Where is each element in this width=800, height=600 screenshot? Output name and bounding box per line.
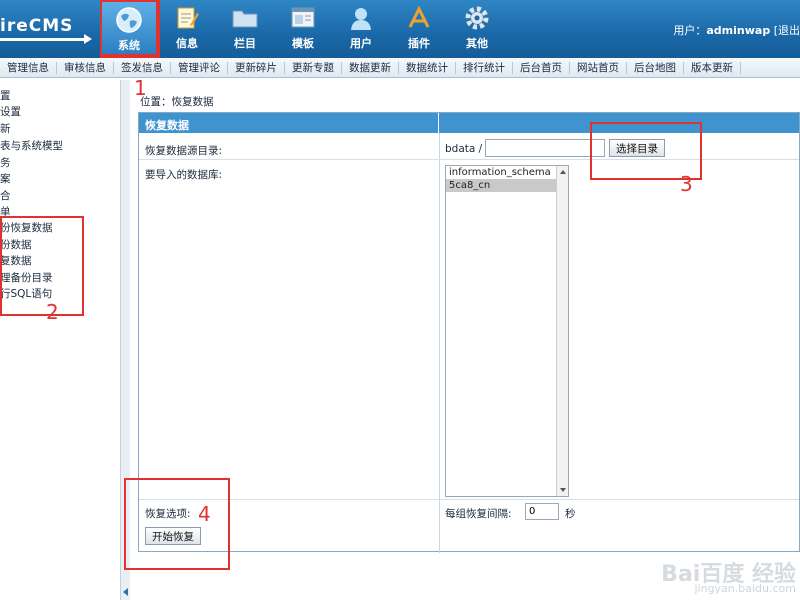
- folder-icon: [230, 3, 260, 33]
- interval-input[interactable]: [525, 503, 559, 520]
- submenu-item[interactable]: 管理信息: [0, 61, 57, 74]
- annotation-number: 4: [198, 502, 211, 526]
- watermark: Bai百度 经验 jingyan.baidu.com: [661, 562, 796, 596]
- sidebar-item[interactable]: 务: [0, 155, 11, 170]
- sidebar-item[interactable]: 表与系统模型: [0, 138, 63, 153]
- submenu-item[interactable]: 版本更新: [684, 61, 741, 74]
- nav-label: 用户: [350, 37, 372, 50]
- template-icon: [288, 3, 318, 33]
- dir-input[interactable]: [485, 139, 605, 157]
- submenu-item[interactable]: 审核信息: [57, 61, 114, 74]
- annotation-number: 1: [134, 76, 147, 100]
- submenu-item[interactable]: 签发信息: [114, 61, 171, 74]
- nav-label: 栏目: [234, 37, 256, 50]
- main-nav: 系统 信息 栏目 模板 用户 插件 其他: [100, 0, 506, 56]
- submenu-item[interactable]: 更新专题: [285, 61, 342, 74]
- sidebar-item[interactable]: 设置: [0, 104, 21, 119]
- db-option-selected[interactable]: 5ca8_cn: [446, 179, 568, 192]
- user-info: 用户：adminwap [退出: [673, 22, 800, 38]
- username: adminwap: [706, 24, 771, 37]
- annotation-box-2: [0, 216, 84, 316]
- dir-prefix: bdata /: [445, 143, 483, 155]
- submenu-item[interactable]: 网站首页: [570, 61, 627, 74]
- interval-unit: 秒: [565, 508, 576, 520]
- annotation-box-1: [100, 0, 160, 58]
- nav-plugin[interactable]: 插件: [390, 0, 448, 56]
- nav-column[interactable]: 栏目: [216, 0, 274, 56]
- database-listbox[interactable]: information_schema 5ca8_cn: [445, 165, 569, 497]
- submenu-item[interactable]: 数据统计: [399, 61, 456, 74]
- nav-label: 模板: [292, 37, 314, 50]
- notepad-icon: [172, 3, 202, 33]
- nav-other[interactable]: 其他: [448, 0, 506, 56]
- logo: ireCMS: [0, 16, 74, 36]
- interval-label: 每组恢复间隔:: [445, 508, 512, 520]
- nav-label: 信息: [176, 37, 198, 50]
- annotation-number: 2: [46, 300, 59, 324]
- row-divider: [139, 499, 799, 500]
- scroll-down-icon: [560, 488, 566, 492]
- sidebar-item[interactable]: 新: [0, 121, 11, 136]
- annotation-number: 3: [680, 172, 693, 196]
- logout-link[interactable]: [退出: [774, 24, 800, 37]
- panel-title: 恢复数据: [139, 113, 439, 133]
- sidebar-item[interactable]: 案: [0, 171, 11, 186]
- nav-user[interactable]: 用户: [332, 0, 390, 56]
- nav-info[interactable]: 信息: [158, 0, 216, 56]
- listbox-scrollbar[interactable]: [556, 166, 568, 496]
- nav-label: 插件: [408, 37, 430, 50]
- left-sidebar: 置 设置 新 表与系统模型 务 案 合 单 份恢复数据 份数据 复数据 理备份目…: [0, 80, 120, 600]
- gear-icon: [462, 3, 492, 33]
- sidebar-item[interactable]: 置: [0, 88, 11, 103]
- db-label: 要导入的数据库:: [145, 169, 223, 181]
- submenu-bar: 管理信息 审核信息 签发信息 管理评论 更新碎片 更新专题 数据更新 数据统计 …: [0, 58, 800, 78]
- submenu-item[interactable]: 后台地图: [627, 61, 684, 74]
- breadcrumb: 位置：恢复数据: [140, 96, 214, 108]
- dir-label: 恢复数据源目录:: [145, 145, 223, 157]
- tools-icon: [404, 3, 434, 33]
- submenu-item[interactable]: 排行统计: [456, 61, 513, 74]
- sidebar-item[interactable]: 合: [0, 188, 11, 203]
- collapse-arrow-icon: [123, 588, 128, 596]
- user-prefix: 用户：: [673, 24, 707, 37]
- submenu-item[interactable]: 管理评论: [171, 61, 228, 74]
- annotation-box-4: [124, 478, 230, 570]
- column-divider: [439, 133, 440, 553]
- submenu-item[interactable]: 更新碎片: [228, 61, 285, 74]
- watermark-logo: Bai百度 经验: [661, 562, 796, 587]
- nav-label: 其他: [466, 37, 488, 50]
- submenu-item[interactable]: 数据更新: [342, 61, 399, 74]
- user-icon: [346, 3, 376, 33]
- nav-template[interactable]: 模板: [274, 0, 332, 56]
- scroll-up-icon: [560, 170, 566, 174]
- submenu-item[interactable]: 后台首页: [513, 61, 570, 74]
- logo-arrow: [0, 34, 92, 44]
- db-option[interactable]: information_schema: [446, 166, 568, 179]
